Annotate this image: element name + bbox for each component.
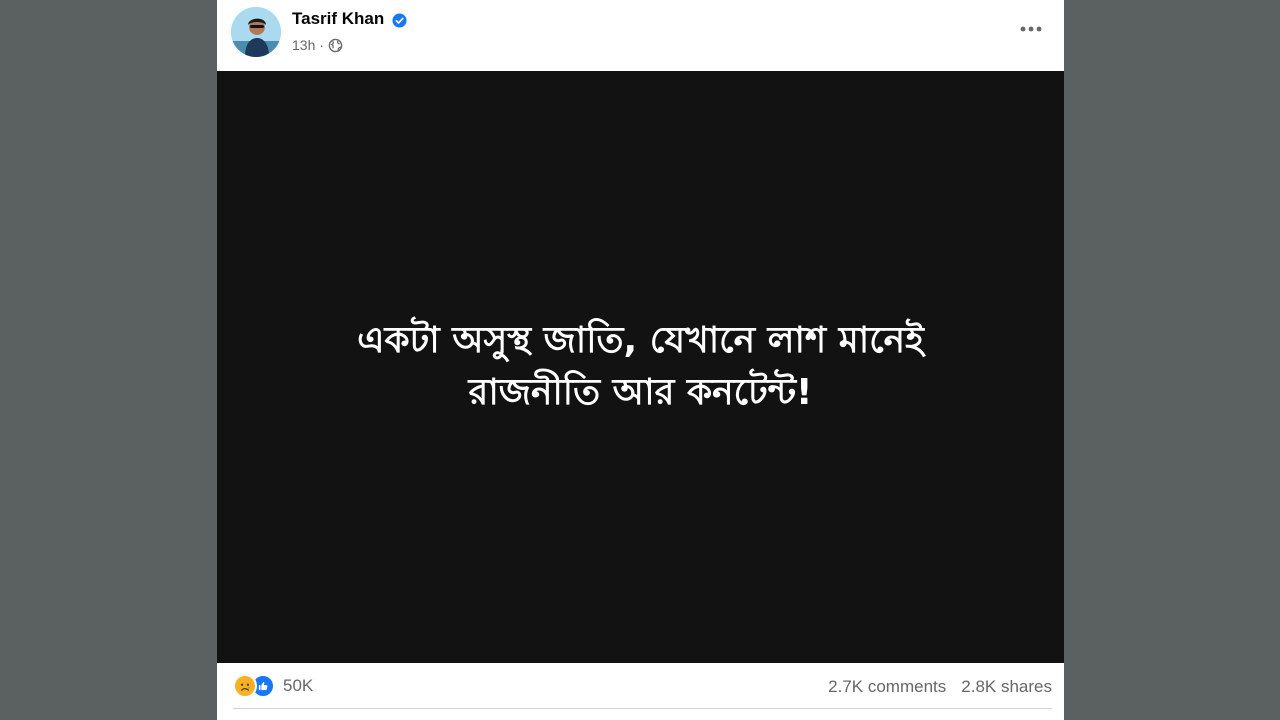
post-text-background[interactable]: একটা অসুস্থ জাতি, যেখানে লাশ মানেই রাজনী… (217, 71, 1064, 663)
post-timestamp[interactable]: 13h (292, 37, 315, 53)
author-name[interactable]: Tasrif Khan (292, 9, 384, 29)
author-avatar[interactable] (231, 7, 281, 57)
sad-reaction-icon (233, 674, 257, 698)
avatar-image (231, 7, 281, 57)
reaction-count: 50K (283, 676, 314, 695)
globe-icon[interactable] (328, 38, 343, 53)
footer-divider (233, 708, 1052, 709)
post-meta: 13h · (292, 37, 343, 53)
shares-count-link[interactable]: 2.8K shares (961, 677, 1052, 697)
post-header: Tasrif Khan 13h · (217, 0, 1064, 71)
reactions-summary[interactable]: 50K (233, 674, 313, 698)
post-text: একটা অসুস্থ জাতি, যেখানে লাশ মানেই রাজনী… (261, 315, 1021, 419)
post-text-line-1: একটা অসুস্থ জাতি, যেখানে লাশ মানেই (357, 320, 924, 361)
verified-badge-icon (392, 13, 407, 28)
more-options-button[interactable] (1016, 16, 1046, 42)
post-footer: 50K 2.7K comments 2.8K shares (217, 663, 1064, 720)
engagement-stats: 2.7K comments 2.8K shares (828, 677, 1052, 697)
meta-separator: · (319, 37, 325, 53)
more-horizontal-icon (1020, 26, 1042, 32)
post-text-line-2: রাজনীতি আর কনটেন্ট! (468, 372, 813, 413)
comments-count-link[interactable]: 2.7K comments (828, 677, 946, 697)
post-card: Tasrif Khan 13h · একটা অসুস্থ জাতি, যেখা… (217, 0, 1064, 720)
